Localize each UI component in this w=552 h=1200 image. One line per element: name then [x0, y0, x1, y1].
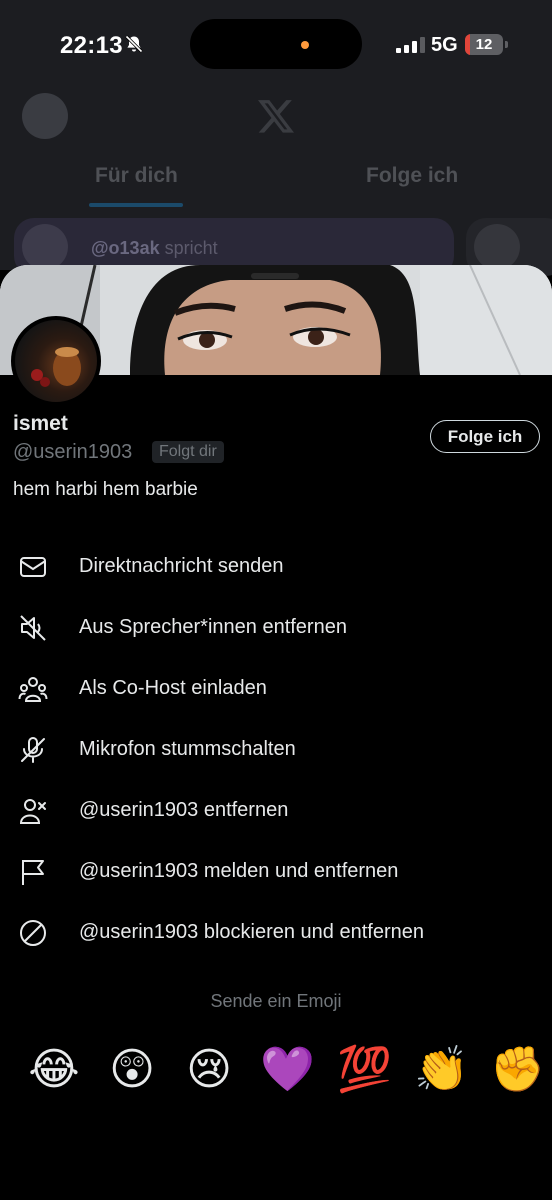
follows-you-badge: Folgt dir — [152, 441, 224, 463]
emoji-hundred-points[interactable]: 💯 — [337, 1044, 392, 1096]
emoji-astonished[interactable]: 😲 — [106, 1044, 158, 1096]
menu-item-label: Aus Sprecher*innen entfernen — [79, 616, 347, 638]
flag-icon — [22, 860, 44, 885]
network-type: 5G — [431, 34, 458, 56]
emoji-crying[interactable]: 😢 — [183, 1044, 235, 1096]
timeline-tabs: Für dich Folge ich — [0, 160, 552, 210]
mail-icon — [20, 557, 46, 577]
menu-item-label: @userin1903 blockieren und entfernen — [79, 921, 424, 943]
space-user: @o13ak — [91, 238, 160, 258]
signal-icon — [396, 36, 425, 53]
emoji-tears-of-joy[interactable]: 😂 — [28, 1044, 80, 1096]
profile-handle: @userin1903 — [13, 441, 133, 463]
dynamic-island — [190, 19, 362, 69]
profile-bio: hem harbi hem barbie — [13, 479, 198, 500]
space-status: spricht — [164, 238, 218, 258]
tab-for-you: Für dich — [95, 164, 178, 187]
space-text: @o13ak spricht — [91, 238, 218, 259]
status-bar: 22:13 5G 12 — [0, 0, 552, 90]
own-avatar — [22, 93, 68, 139]
emoji-raised-fist[interactable]: ✊ — [490, 1044, 545, 1096]
speaker-off-icon — [20, 615, 46, 641]
battery-nub — [505, 41, 508, 48]
emoji-purple-heart[interactable]: 💜 — [260, 1044, 315, 1096]
menu-item-remove-user[interactable]: @userin1903 entfernen — [0, 781, 552, 841]
menu-item-block-remove[interactable]: @userin1903 blockieren und entfernen — [0, 903, 552, 963]
block-icon — [20, 920, 46, 946]
privacy-indicator — [301, 41, 309, 49]
user-remove-icon — [19, 799, 46, 824]
space-avatar — [22, 224, 68, 270]
tab-indicator — [89, 203, 183, 207]
menu-item-mute-mic[interactable]: Mikrofon stummschalten — [0, 720, 552, 780]
battery-level: 12 — [475, 36, 493, 53]
follow-button[interactable]: Folge ich — [430, 420, 540, 453]
menu-item-label: Direktnachricht senden — [79, 555, 284, 577]
menu-item-send-dm[interactable]: Direktnachricht senden — [0, 537, 552, 597]
emoji-section-title: Sende ein Emoji — [210, 991, 342, 1011]
status-time: 22:13 — [60, 32, 123, 59]
battery-icon: 12 — [465, 34, 503, 55]
space-avatar-2 — [474, 224, 520, 270]
menu-item-remove-speaker[interactable]: Aus Sprecher*innen entfernen — [0, 598, 552, 658]
profile-name: ismet — [13, 412, 68, 435]
menu-item-report-remove[interactable]: @userin1903 melden und entfernen — [0, 842, 552, 902]
menu-item-invite-cohost[interactable]: Als Co-Host einladen — [0, 659, 552, 719]
sheet-grabber[interactable] — [251, 273, 299, 279]
bell-slash-icon — [125, 35, 143, 53]
tab-following: Folge ich — [366, 164, 459, 187]
x-logo-icon — [258, 100, 294, 133]
profile-avatar[interactable] — [11, 316, 101, 406]
menu-item-label: @userin1903 entfernen — [79, 799, 289, 821]
menu-item-label: @userin1903 melden und entfernen — [79, 860, 399, 882]
people-icon — [18, 677, 48, 702]
emoji-clapping[interactable]: 👏 — [414, 1044, 469, 1096]
menu-item-label: Als Co-Host einladen — [79, 677, 267, 699]
emoji-row: 😂 😲 😢 💜 💯 👏 ✊ — [0, 1040, 552, 1100]
menu-item-label: Mikrofon stummschalten — [79, 738, 296, 760]
mic-off-icon — [21, 737, 45, 763]
avatar-photo — [31, 347, 81, 387]
